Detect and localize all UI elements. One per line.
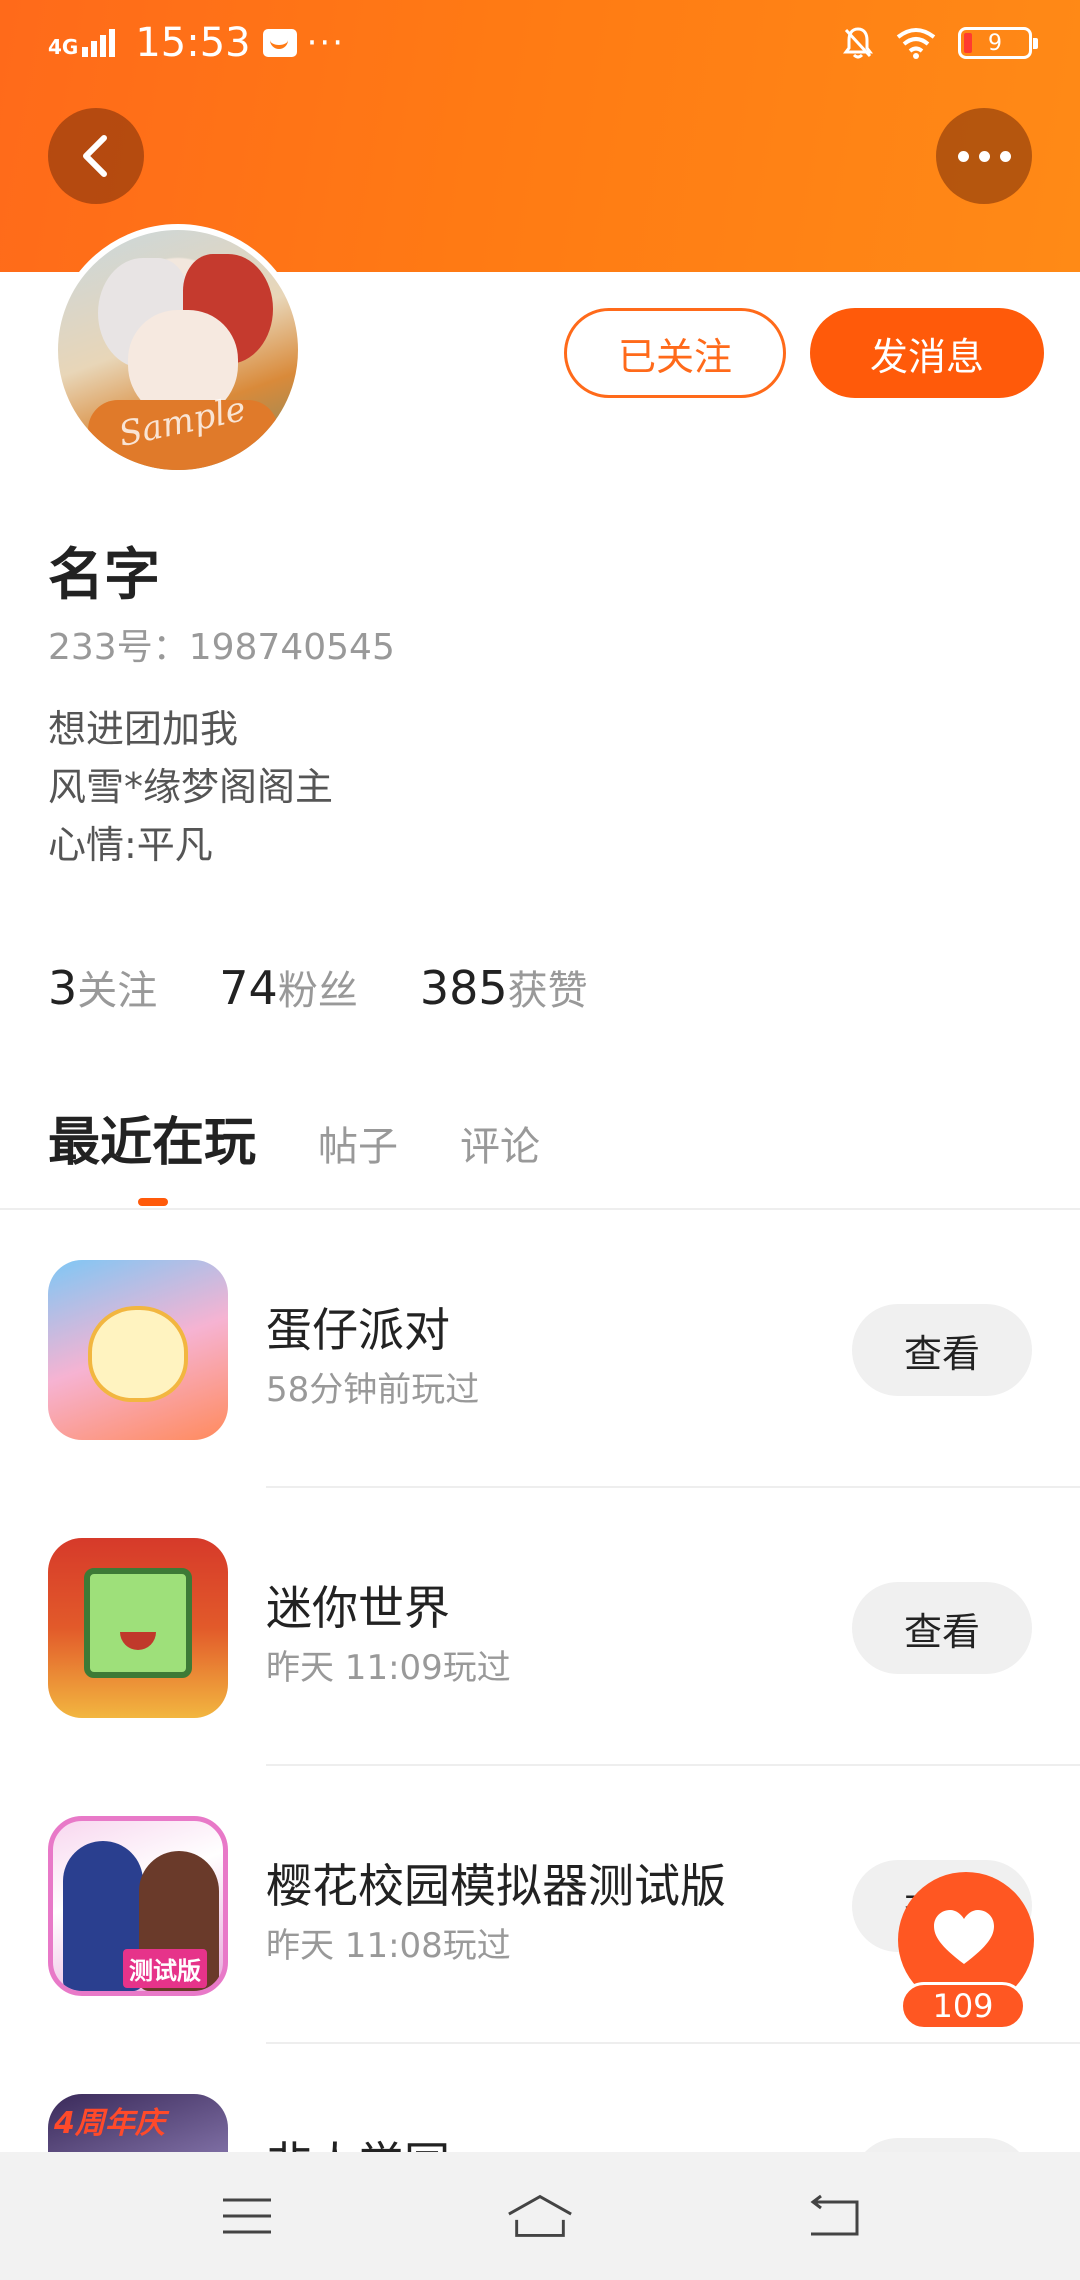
chevron-left-icon bbox=[83, 135, 107, 177]
like-button[interactable]: 109 bbox=[896, 1872, 1072, 2032]
game-name: 迷你世界 bbox=[266, 1581, 450, 1635]
wifi-icon bbox=[896, 28, 936, 59]
nav-back-button[interactable] bbox=[798, 2191, 868, 2241]
game-icon[interactable]: 测试版 bbox=[48, 1816, 228, 1996]
like-count: 109 bbox=[900, 1982, 1026, 2030]
avatar[interactable]: Sample bbox=[52, 224, 304, 476]
battery-level: 9 bbox=[988, 30, 1002, 56]
tab-posts[interactable]: 帖子 bbox=[318, 1114, 398, 1172]
stat-fans[interactable]: 74粉丝 bbox=[219, 958, 358, 1016]
status-bar: 4G 15:53 ··· 9 bbox=[0, 0, 1080, 86]
back-button[interactable] bbox=[48, 108, 144, 204]
tab-comments[interactable]: 评论 bbox=[460, 1114, 540, 1172]
game-icon-tag: 测试版 bbox=[123, 1949, 207, 1988]
game-last-played: 昨天 11:08玩过 bbox=[266, 1926, 511, 1966]
battery-icon: 9 bbox=[958, 27, 1038, 59]
bell-muted-icon bbox=[843, 27, 873, 59]
network-type: 4G bbox=[48, 35, 79, 59]
nav-home-button[interactable] bbox=[505, 2191, 575, 2241]
return-icon bbox=[810, 2194, 859, 2236]
game-icon[interactable] bbox=[48, 1538, 228, 1718]
heart-icon bbox=[934, 1910, 994, 1964]
game-icon-tag: 4周年庆 bbox=[54, 2106, 165, 2141]
tab-recently-played[interactable]: 最近在玩 bbox=[48, 1100, 256, 1175]
user-id: 233号：198740545 bbox=[48, 627, 395, 668]
game-name: 樱花校园模拟器测试版 bbox=[266, 1859, 726, 1913]
view-button[interactable]: 查看 bbox=[852, 1582, 1032, 1674]
profile-tabs: 最近在玩 帖子 评论 bbox=[48, 1100, 540, 1175]
status-more: ··· bbox=[306, 23, 346, 63]
more-button[interactable] bbox=[936, 108, 1032, 204]
game-last-played: 58分钟前玩过 bbox=[266, 1370, 480, 1410]
view-button[interactable]: 查看 bbox=[852, 1304, 1032, 1396]
followed-button[interactable]: 已关注 bbox=[564, 308, 786, 398]
game-last-played: 昨天 11:09玩过 bbox=[266, 1648, 511, 1688]
home-icon bbox=[508, 2194, 572, 2237]
mail-notification-icon bbox=[262, 29, 297, 57]
signal-indicator: 4G bbox=[48, 29, 116, 59]
profile-name: 名字 bbox=[48, 543, 160, 608]
bio-line: 风雪*缘梦阁阁主 bbox=[48, 765, 334, 809]
profile-stats: 3关注 74粉丝 385获赞 bbox=[48, 958, 588, 1016]
game-list-item[interactable]: 迷你世界 昨天 11:09玩过 查看 bbox=[0, 1488, 1080, 1766]
send-message-button[interactable]: 发消息 bbox=[810, 308, 1044, 398]
bio-line: 心情:平凡 bbox=[48, 823, 213, 867]
bio: 想进团加我 风雪*缘梦阁阁主 心情:平凡 bbox=[48, 700, 333, 874]
active-tab-indicator bbox=[138, 1198, 168, 1206]
menu-icon bbox=[222, 2198, 271, 2234]
bio-line: 想进团加我 bbox=[48, 707, 239, 751]
game-name: 蛋仔派对 bbox=[266, 1303, 450, 1357]
stat-following[interactable]: 3关注 bbox=[48, 958, 157, 1016]
more-dots-icon bbox=[957, 150, 969, 162]
stat-likes[interactable]: 385获赞 bbox=[420, 958, 588, 1016]
system-nav-bar bbox=[0, 2152, 1080, 2280]
status-time: 15:53 bbox=[135, 20, 251, 66]
game-icon[interactable] bbox=[48, 1260, 228, 1440]
signal-bars-icon bbox=[82, 29, 116, 57]
game-list-item[interactable]: 蛋仔派对 58分钟前玩过 查看 bbox=[0, 1210, 1080, 1488]
nav-menu-button[interactable] bbox=[212, 2191, 282, 2241]
